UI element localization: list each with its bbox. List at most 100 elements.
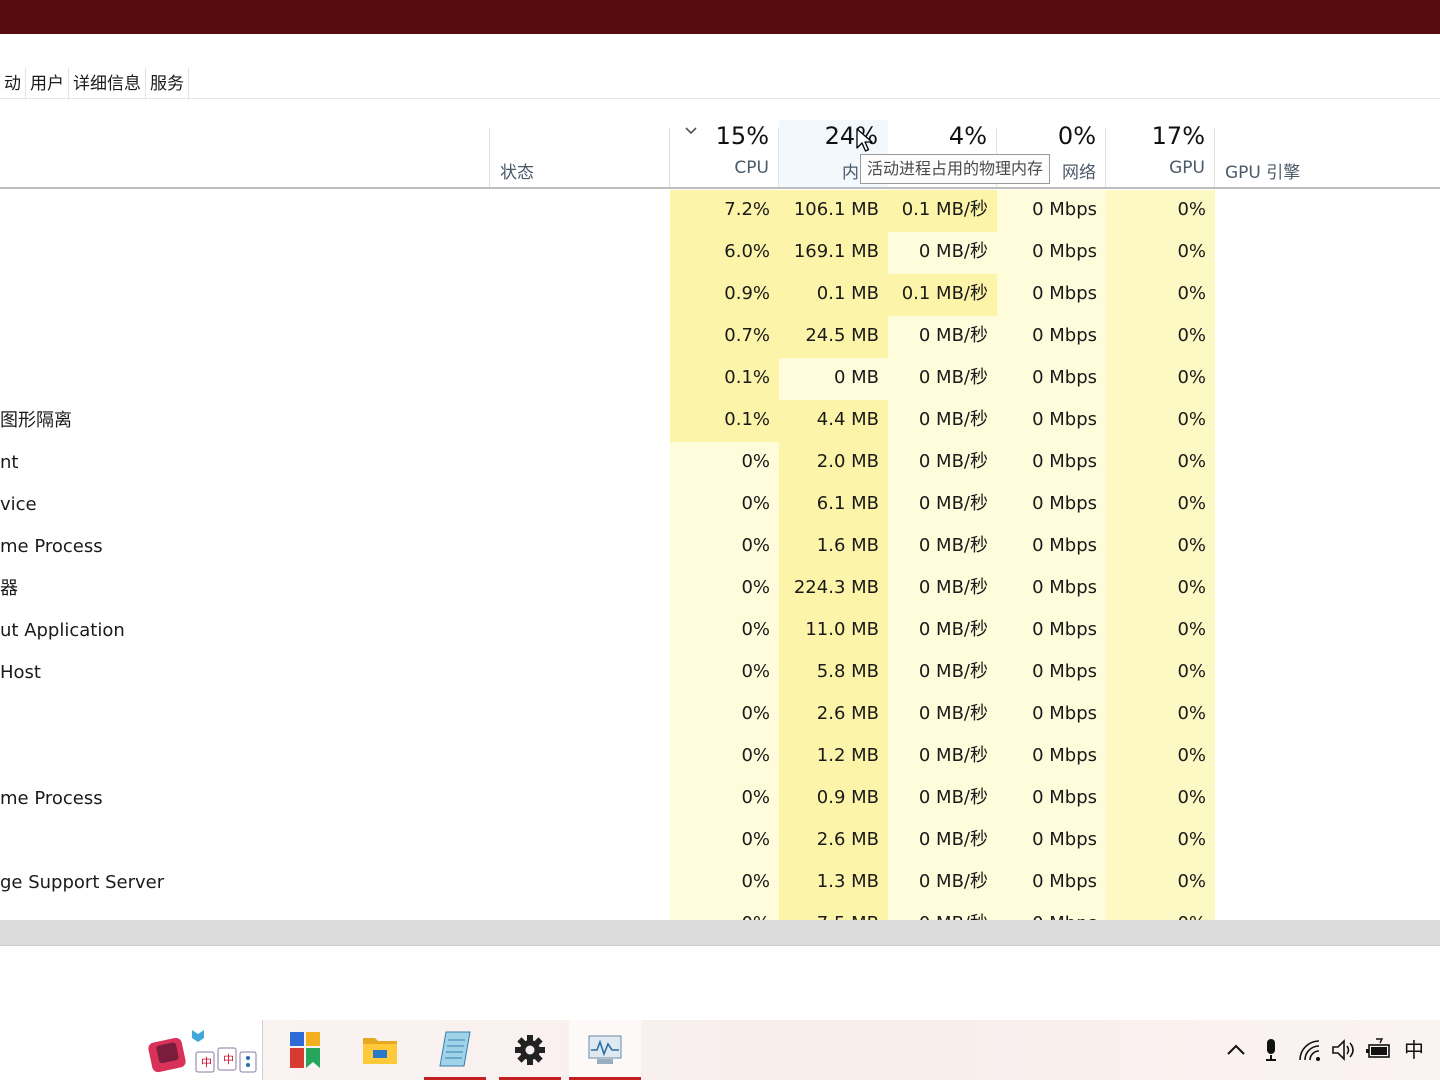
memory-cell: 6.1 MB (816, 493, 879, 514)
network-cell: 0 Mbps (1032, 745, 1097, 766)
input-method-indicator[interactable]: 中 (1400, 1038, 1428, 1062)
cpu-cell: 0% (741, 619, 770, 640)
wifi-icon[interactable] (1297, 1038, 1323, 1062)
table-row[interactable]: 7.2% 106.1 MB 0.1 MB/秒 0 Mbps 0% (0, 190, 1440, 232)
disk-cell: 0 MB/秒 (918, 619, 988, 640)
memory-cell: 224.3 MB (793, 577, 879, 598)
show-hidden-icons-chevron-up-icon[interactable] (1225, 1038, 1247, 1062)
column-header-gpu-engine[interactable]: GPU 引擎 (1215, 120, 1440, 187)
tab-services[interactable]: 服务 (146, 68, 189, 100)
cpu-cell: 0.9% (670, 274, 779, 316)
table-row[interactable]: 0.7% 24.5 MB 0 MB/秒 0 Mbps 0% (0, 316, 1440, 358)
microphone-icon[interactable] (1262, 1038, 1280, 1062)
table-row[interactable]: me Process 0% 1.6 MB 0 MB/秒 0 Mbps 0% (0, 526, 1440, 568)
sort-chevron-down-icon[interactable] (684, 124, 698, 138)
table-row[interactable]: 图形隔离 0.1% 4.4 MB 0 MB/秒 0 Mbps 0% (0, 400, 1440, 442)
gpu-cell: 0% (1106, 232, 1215, 274)
process-table: 7.2% 106.1 MB 0.1 MB/秒 0 Mbps 0% 6.0% 169.1 MB… (0, 190, 1440, 920)
table-row[interactable]: 器 0% 224.3 MB 0 MB/秒 0 Mbps 0% (0, 568, 1440, 610)
table-row[interactable]: ut Application 0% 11.0 MB 0 MB/秒 0 Mbps 0% (0, 610, 1440, 652)
column-header-gpu[interactable]: 17% GPU (1106, 120, 1215, 187)
mahjong-game-icon[interactable]: 中 中 (148, 1028, 258, 1074)
cpu-cell: 0% (741, 577, 770, 598)
taskbar: 中 中 中 (0, 1020, 1440, 1080)
cpu-cell: 0% (670, 904, 779, 920)
table-row[interactable]: 0% 2.6 MB 0 MB/秒 0 Mbps 0% (0, 694, 1440, 736)
network-cell: 0 Mbps (1032, 241, 1097, 262)
taskbar-search-box[interactable]: 中 中 (0, 1020, 263, 1080)
process-name: 器 (0, 578, 18, 599)
window-titlebar[interactable] (0, 0, 1440, 34)
gpu-total-percent: 17% (1151, 122, 1205, 150)
network-cell: 0 Mbps (1032, 577, 1097, 598)
memory-cell: 169.1 MB (793, 241, 879, 262)
taskbar-app-notepad[interactable] (424, 1020, 486, 1080)
process-name: ut Application (0, 620, 125, 641)
gpu-cell: 0% (1106, 568, 1215, 610)
table-row[interactable]: 0%7.5 MB0 MB/秒0 Mbps0% (0, 904, 1440, 920)
process-name: 图形隔离 (0, 410, 72, 431)
disk-cell: 0 MB/秒 (918, 451, 988, 472)
gpu-cell: 0% (1106, 358, 1215, 400)
network-header-label: 网络 (1062, 163, 1096, 183)
table-row[interactable]: me Process 0% 0.9 MB 0 MB/秒 0 Mbps 0% (0, 778, 1440, 820)
battery-icon[interactable] (1366, 1038, 1392, 1062)
tab-divider (0, 98, 1440, 99)
gpu-cell: 0% (1106, 820, 1215, 862)
disk-total-percent: 4% (948, 122, 987, 150)
memory-cell: 2.6 MB (816, 829, 879, 850)
cpu-cell: 0% (741, 829, 770, 850)
tab-bar: 动 用户 详细信息 服务 (0, 68, 189, 100)
network-cell: 0 Mbps (1032, 283, 1097, 304)
network-total-percent: 0% (1057, 122, 1096, 150)
gpu-header-label: GPU (1169, 158, 1205, 178)
gpu-cell: 0% (1106, 862, 1215, 904)
table-row[interactable]: ge Support Server 0% 1.3 MB 0 MB/秒 0 Mbps 0% (0, 862, 1440, 904)
cpu-cell: 0.7% (670, 316, 779, 358)
header-divider (0, 187, 1440, 189)
table-row[interactable]: 0% 1.2 MB 0 MB/秒 0 Mbps 0% (0, 736, 1440, 778)
taskbar-app-office[interactable] (274, 1020, 336, 1080)
memory-cell: 0.9 MB (816, 787, 879, 808)
cpu-cell: 0% (741, 871, 770, 892)
cpu-cell: 0% (741, 661, 770, 682)
cpu-total-percent: 15% (715, 122, 769, 150)
table-row[interactable]: 0.9% 0.1 MB 0.1 MB/秒 0 Mbps 0% (0, 274, 1440, 316)
disk-cell: 0 MB/秒 (918, 241, 988, 262)
tab-users[interactable]: 用户 (26, 68, 69, 100)
taskbar-app-file-explorer[interactable] (349, 1020, 411, 1080)
table-row[interactable]: vice 0% 6.1 MB 0 MB/秒 0 Mbps 0% (0, 484, 1440, 526)
table-row[interactable]: Host 0% 5.8 MB 0 MB/秒 0 Mbps 0% (0, 652, 1440, 694)
gpu-cell: 0% (1106, 652, 1215, 694)
memory-cell: 0 MB (779, 358, 888, 400)
table-row[interactable]: 0% 2.6 MB 0 MB/秒 0 Mbps 0% (0, 820, 1440, 862)
disk-cell: 0 MB/秒 (918, 367, 988, 388)
taskbar-app-task-manager[interactable] (569, 1020, 641, 1080)
network-cell: 0 Mbps (1032, 619, 1097, 640)
volume-icon[interactable] (1331, 1038, 1357, 1062)
network-cell: 0 Mbps (1032, 451, 1097, 472)
memory-cell: 4.4 MB (816, 409, 879, 430)
status-header-label: 状态 (500, 163, 534, 183)
process-name: vice (0, 494, 37, 515)
settings-icon (515, 1035, 545, 1065)
column-header-status[interactable]: 状态 (490, 120, 670, 187)
memory-cell: 1.2 MB (816, 745, 879, 766)
gpu-cell: 0% (1106, 484, 1215, 526)
table-row[interactable]: 0.1% 0 MB 0 MB/秒 0 Mbps 0% (0, 358, 1440, 400)
horizontal-scrollbar[interactable] (0, 920, 1440, 946)
taskbar-app-settings[interactable] (499, 1020, 561, 1080)
disk-cell: 0 MB/秒 (918, 409, 988, 430)
memory-cell: 1.6 MB (816, 535, 879, 556)
svg-text:中: 中 (201, 1056, 212, 1069)
table-row[interactable]: 6.0% 169.1 MB 0 MB/秒 0 Mbps 0% (0, 232, 1440, 274)
tab-startup[interactable]: 动 (0, 68, 26, 100)
memory-header-label: 内 (842, 163, 859, 183)
column-header-row: 状态 15% CPU 24% 内 4% 0% 网络 17% GPU GPU 引擎 (0, 120, 1440, 189)
tab-details[interactable]: 详细信息 (69, 68, 146, 100)
table-row[interactable]: nt 0% 2.0 MB 0 MB/秒 0 Mbps 0% (0, 442, 1440, 484)
process-name: Host (0, 662, 41, 683)
cpu-cell: 0% (741, 451, 770, 472)
office-app-icon (290, 1032, 320, 1068)
disk-cell: 0 MB/秒 (888, 904, 997, 920)
